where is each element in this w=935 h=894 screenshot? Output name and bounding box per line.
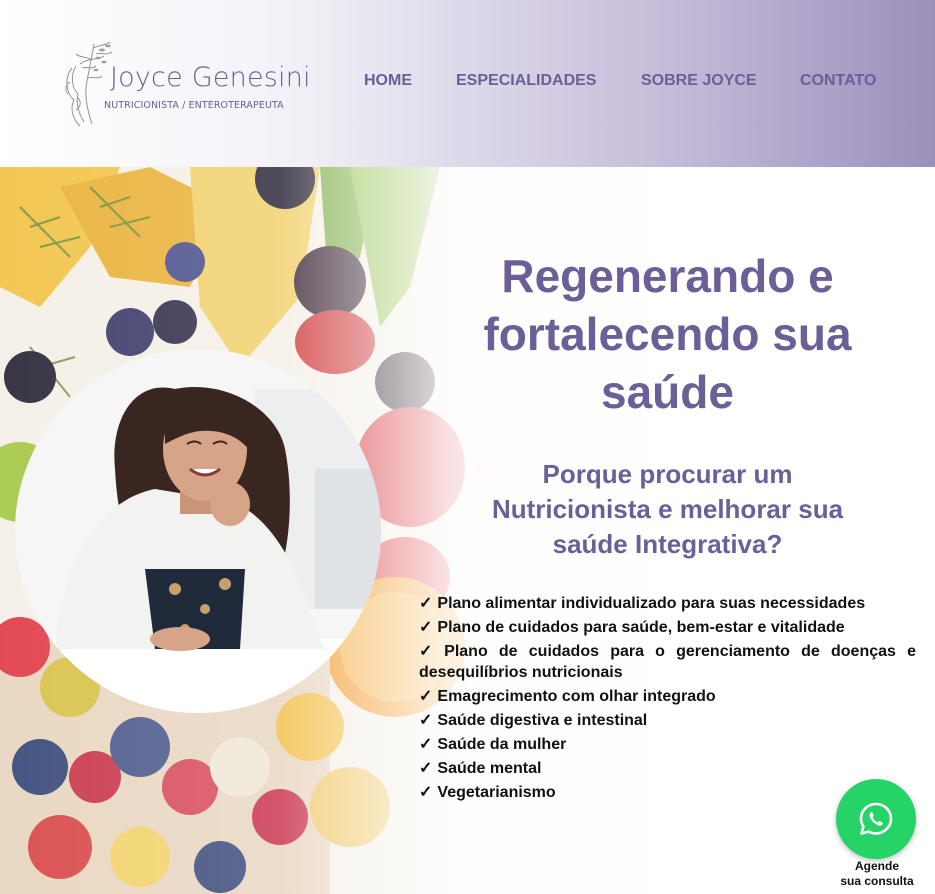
hero-title-line: saúde: [601, 366, 734, 418]
whatsapp-label[interactable]: Agende sua consulta: [830, 859, 924, 889]
site-header: Joyce Genesini NUTRICIONISTA / ENTEROTER…: [0, 0, 935, 167]
nav-contato[interactable]: CONTATO: [800, 72, 876, 90]
check-icon: ✓: [419, 760, 433, 777]
check-icon: ✓: [419, 643, 440, 660]
hero-subtitle: Porque procurar um Nutricionista e melho…: [440, 457, 895, 562]
hero-subtitle-line: Nutricionista e melhorar sua: [491, 494, 844, 524]
check-icon: ✓: [419, 595, 433, 612]
whatsapp-button[interactable]: [836, 779, 916, 859]
list-item: ✓ Saúde mental: [419, 760, 542, 777]
check-icon: ✓: [419, 712, 433, 729]
logo-subtitle: NUTRICIONISTA / ENTEROTERAPEUTA: [104, 100, 284, 111]
nav-especialidades[interactable]: ESPECIALIDADES: [456, 72, 596, 90]
whatsapp-icon: [859, 802, 893, 835]
check-icon: ✓: [419, 736, 433, 753]
nav-sobre-joyce[interactable]: SOBRE JOYCE: [641, 72, 757, 90]
list-item: ✓ Saúde da mulher: [419, 736, 567, 753]
hero-title-line: Regenerando e: [501, 250, 834, 302]
list-item: ✓ Emagrecimento com olhar integrado: [419, 688, 716, 705]
hero-title-line: fortalecendo sua: [483, 308, 852, 360]
hero-subtitle-line: saúde Integrativa?: [552, 529, 783, 559]
hero-title: Regenerando e fortalecendo sua saúde: [440, 247, 895, 421]
check-icon: ✓: [419, 688, 433, 705]
hero-section: Regenerando e fortalecendo sua saúde Por…: [0, 167, 935, 894]
main-nav: HOME ESPECIALIDADES SOBRE JOYCE CONTATO: [0, 72, 935, 94]
check-icon: ✓: [419, 619, 433, 636]
list-item: ✓ Plano de cuidados para saúde, bem-estar…: [419, 619, 845, 636]
benefits-list: ✓ Plano alimentar individualizado para su…: [419, 593, 916, 806]
check-icon: ✓: [419, 784, 433, 801]
list-item: ✓ Plano de cuidados para o gerenciamento …: [419, 643, 916, 681]
list-item: ✓ Plano alimentar individualizado para su…: [419, 595, 866, 612]
nav-home[interactable]: HOME: [364, 72, 412, 90]
list-item: ✓ Saúde digestiva e intestinal: [419, 712, 648, 729]
hero-subtitle-line: Porque procurar um: [542, 459, 793, 489]
nutritionist-photo: [15, 349, 381, 713]
